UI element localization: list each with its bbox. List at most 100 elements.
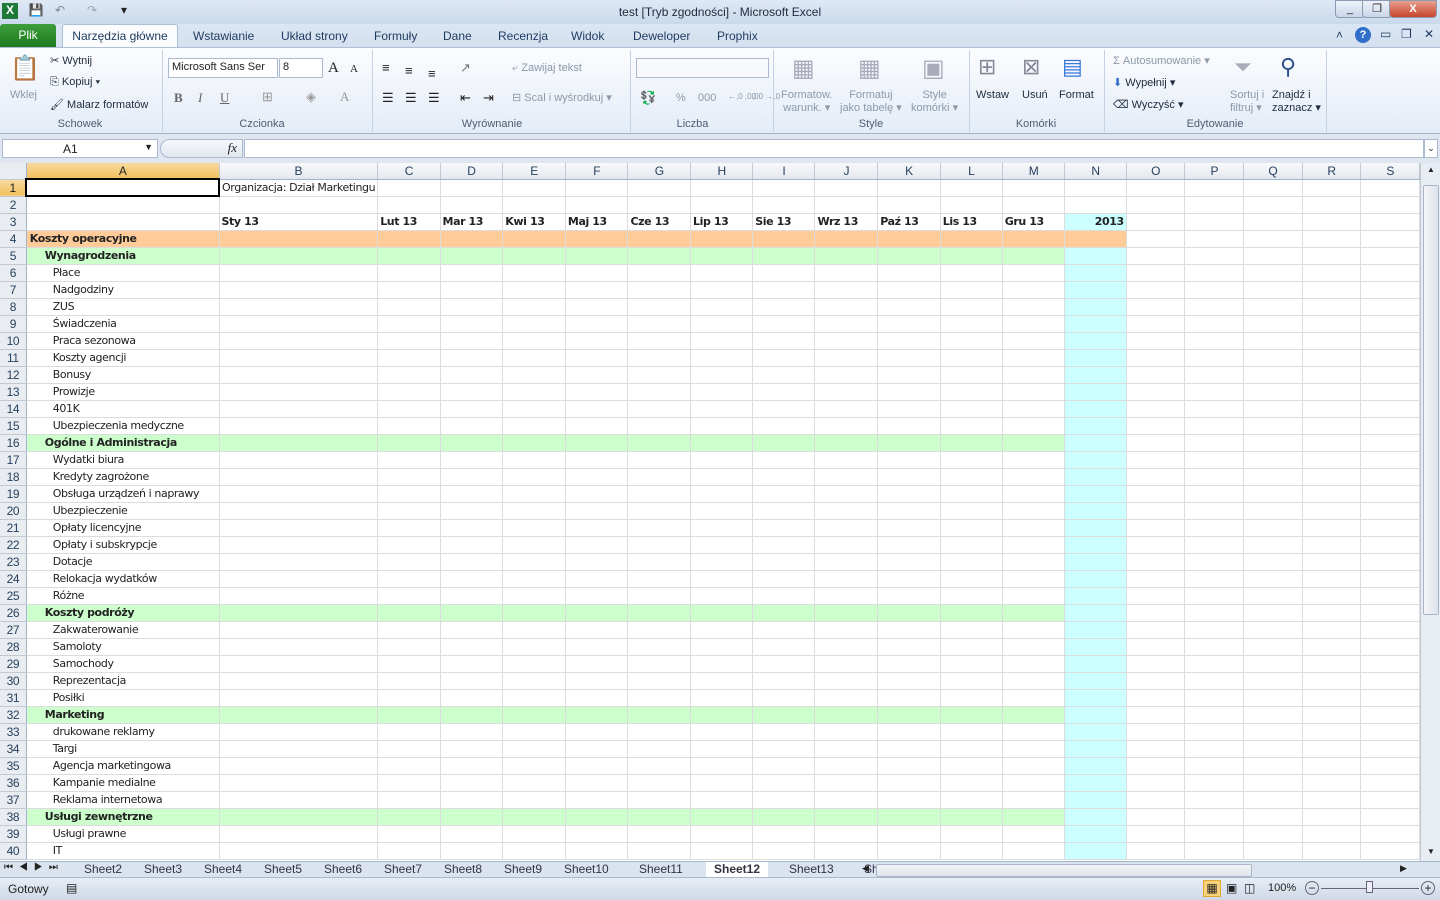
cell-G16[interactable] bbox=[627, 434, 692, 452]
format-button[interactable]: Format bbox=[1059, 89, 1094, 101]
workbook-close-icon[interactable]: ✕ bbox=[1424, 27, 1434, 41]
cell-I37[interactable] bbox=[752, 791, 816, 809]
cell-S13[interactable] bbox=[1360, 383, 1420, 401]
cell-E15[interactable] bbox=[502, 417, 566, 435]
cell-C28[interactable] bbox=[377, 638, 441, 656]
cell-A12[interactable]: Bonusy bbox=[26, 366, 220, 384]
cell-E16[interactable] bbox=[502, 434, 566, 452]
cell-R2[interactable] bbox=[1302, 196, 1362, 214]
cell-R1[interactable] bbox=[1302, 179, 1362, 197]
cell-B3[interactable]: Sty 13 bbox=[219, 213, 379, 231]
font-name-select[interactable]: Microsoft Sans Ser bbox=[168, 58, 278, 78]
cell-A19[interactable]: Obsługa urządzeń i naprawy bbox=[26, 485, 220, 503]
cell-E38[interactable] bbox=[502, 808, 566, 826]
cell-G36[interactable] bbox=[627, 774, 692, 792]
cell-I12[interactable] bbox=[752, 366, 816, 384]
cell-S16[interactable] bbox=[1360, 434, 1420, 452]
cell-O17[interactable] bbox=[1126, 451, 1186, 469]
cell-P35[interactable] bbox=[1184, 757, 1245, 775]
cell-O8[interactable] bbox=[1126, 298, 1186, 316]
increase-indent-icon[interactable]: ⇥ bbox=[483, 90, 494, 106]
cell-R17[interactable] bbox=[1302, 451, 1362, 469]
cell-K15[interactable] bbox=[877, 417, 941, 435]
cell-N28[interactable] bbox=[1064, 638, 1127, 656]
wrap-text-button[interactable]: ⤶ Zawijaj tekst bbox=[512, 62, 582, 75]
cell-R5[interactable] bbox=[1302, 247, 1362, 265]
cell-A27[interactable]: Zakwaterowanie bbox=[26, 621, 220, 639]
cell-P6[interactable] bbox=[1184, 264, 1245, 282]
cell-A4[interactable]: Koszty operacyjne bbox=[26, 230, 220, 248]
cell-M9[interactable] bbox=[1002, 315, 1066, 333]
format-as-table-button[interactable]: Formatuj jako tabelę ▾ bbox=[840, 89, 902, 115]
cell-E26[interactable] bbox=[502, 604, 566, 622]
cell-G26[interactable] bbox=[627, 604, 692, 622]
cell-E31[interactable] bbox=[502, 689, 566, 707]
cell-C37[interactable] bbox=[377, 791, 441, 809]
cell-F22[interactable] bbox=[565, 536, 629, 554]
align-right-icon[interactable]: ☰ bbox=[428, 90, 440, 106]
cell-L10[interactable] bbox=[940, 332, 1003, 350]
cell-J13[interactable] bbox=[814, 383, 879, 401]
cell-A26[interactable]: Koszty podróży bbox=[26, 604, 220, 622]
cell-O3[interactable] bbox=[1126, 213, 1186, 231]
cell-J37[interactable] bbox=[814, 791, 879, 809]
cell-F6[interactable] bbox=[565, 264, 629, 282]
cell-L15[interactable] bbox=[940, 417, 1003, 435]
cell-O39[interactable] bbox=[1126, 825, 1186, 843]
cell-Q28[interactable] bbox=[1243, 638, 1303, 656]
cell-M6[interactable] bbox=[1002, 264, 1066, 282]
cell-P17[interactable] bbox=[1184, 451, 1245, 469]
cell-A3[interactable] bbox=[26, 213, 220, 231]
cell-P40[interactable] bbox=[1184, 842, 1245, 860]
cell-N30[interactable] bbox=[1064, 672, 1127, 690]
cell-B11[interactable] bbox=[219, 349, 379, 367]
cell-I31[interactable] bbox=[752, 689, 816, 707]
cell-J11[interactable] bbox=[814, 349, 879, 367]
align-middle-icon[interactable]: ≡ bbox=[405, 63, 413, 78]
cell-L27[interactable] bbox=[940, 621, 1003, 639]
cell-Q4[interactable] bbox=[1243, 230, 1303, 248]
cell-H29[interactable] bbox=[690, 655, 754, 673]
cell-K34[interactable] bbox=[877, 740, 941, 758]
cell-L1[interactable] bbox=[940, 179, 1003, 197]
cell-I23[interactable] bbox=[752, 553, 816, 571]
cell-N7[interactable] bbox=[1064, 281, 1127, 299]
cell-C13[interactable] bbox=[377, 383, 441, 401]
cell-C6[interactable] bbox=[377, 264, 441, 282]
cell-M25[interactable] bbox=[1002, 587, 1066, 605]
cell-K20[interactable] bbox=[877, 502, 941, 520]
cell-R39[interactable] bbox=[1302, 825, 1362, 843]
cell-N35[interactable] bbox=[1064, 757, 1127, 775]
cell-H35[interactable] bbox=[690, 757, 754, 775]
cell-K16[interactable] bbox=[877, 434, 941, 452]
cell-M21[interactable] bbox=[1002, 519, 1066, 537]
cell-O4[interactable] bbox=[1126, 230, 1186, 248]
row-header-27[interactable]: 27 bbox=[0, 621, 27, 639]
cell-N1[interactable] bbox=[1064, 179, 1127, 197]
cell-E32[interactable] bbox=[502, 706, 566, 724]
cell-F20[interactable] bbox=[565, 502, 629, 520]
cell-I25[interactable] bbox=[752, 587, 816, 605]
cell-N21[interactable] bbox=[1064, 519, 1127, 537]
cell-C38[interactable] bbox=[377, 808, 441, 826]
cell-C39[interactable] bbox=[377, 825, 441, 843]
cell-J5[interactable] bbox=[814, 247, 879, 265]
cell-B23[interactable] bbox=[219, 553, 379, 571]
cell-G1[interactable] bbox=[627, 179, 692, 197]
cell-J35[interactable] bbox=[814, 757, 879, 775]
cell-E5[interactable] bbox=[502, 247, 566, 265]
row-header-16[interactable]: 16 bbox=[0, 434, 27, 452]
cell-G3[interactable]: Cze 13 bbox=[627, 213, 692, 231]
cell-F29[interactable] bbox=[565, 655, 629, 673]
cell-Q15[interactable] bbox=[1243, 417, 1303, 435]
cell-L13[interactable] bbox=[940, 383, 1003, 401]
cell-A22[interactable]: Opłaty i subskrypcje bbox=[26, 536, 220, 554]
cell-G27[interactable] bbox=[627, 621, 692, 639]
cell-O24[interactable] bbox=[1126, 570, 1186, 588]
cell-L2[interactable] bbox=[940, 196, 1003, 214]
cell-L38[interactable] bbox=[940, 808, 1003, 826]
cell-O10[interactable] bbox=[1126, 332, 1186, 350]
cell-H26[interactable] bbox=[690, 604, 754, 622]
cell-H33[interactable] bbox=[690, 723, 754, 741]
tab-home[interactable]: Narzędzia główne bbox=[62, 24, 178, 48]
